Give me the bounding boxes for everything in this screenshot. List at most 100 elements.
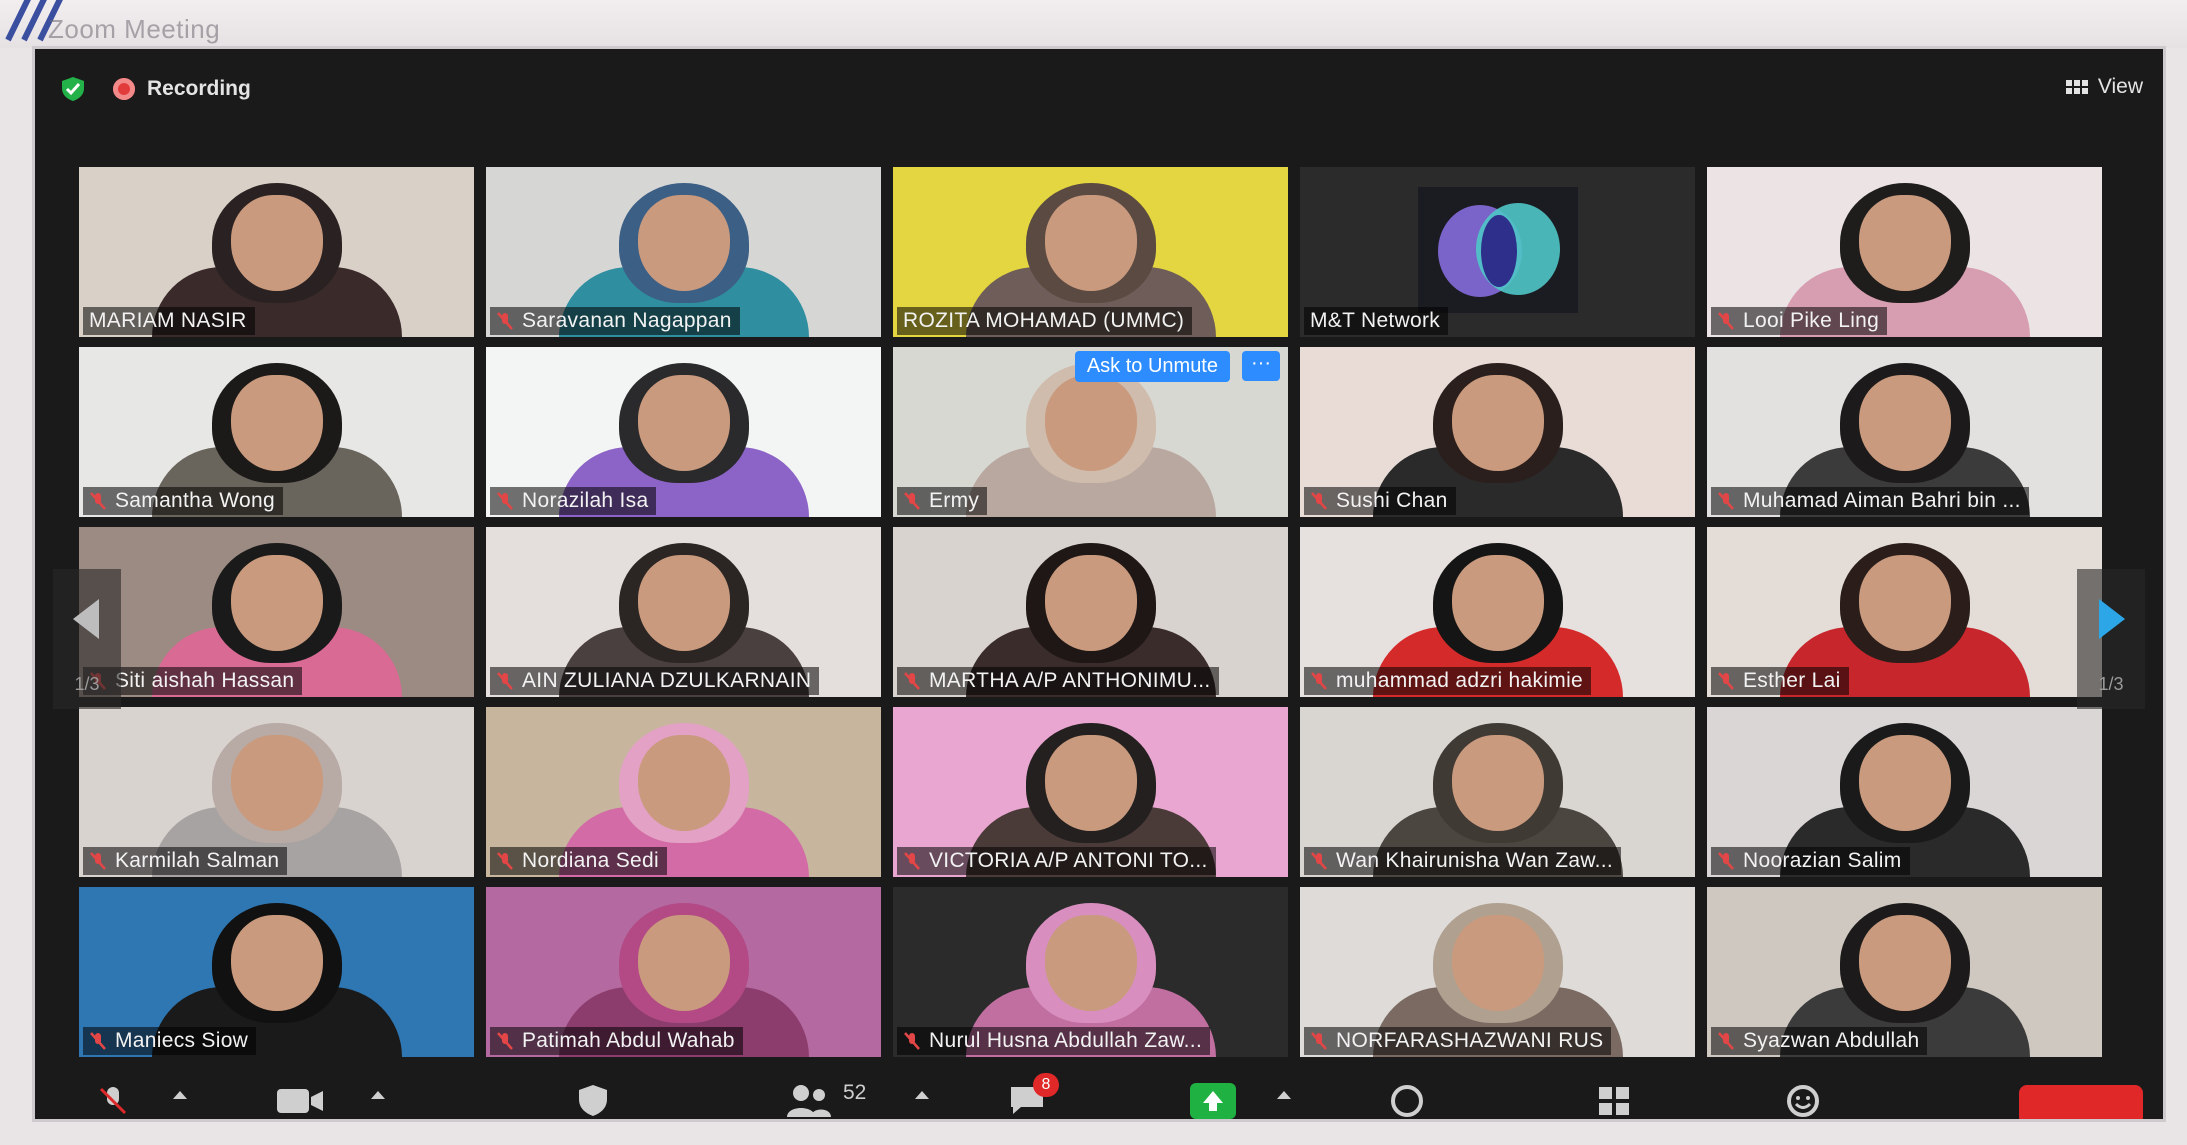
participant-name-badge: Esther Lai [1711,667,1849,695]
participant-tile[interactable]: Samantha Wong [79,347,474,517]
view-button[interactable]: View [2065,75,2143,99]
network-logo [1418,187,1578,313]
participant-tile[interactable]: Maniecs Siow [79,887,474,1057]
participant-name-badge: Saravanan Nagappan [490,307,740,335]
participant-face [1451,375,1544,471]
arrow-left-icon [73,599,99,639]
participant-name: Maniecs Siow [115,1029,249,1052]
participant-tile[interactable]: Looi Pike Ling [1707,167,2102,337]
window-title: Zoom Meeting [48,14,221,44]
participant-tile[interactable]: muhammad adzri hakimie [1300,527,1695,697]
participant-tile[interactable]: MARIAM NASIR [79,167,474,337]
participant-name-badge: Muhamad Aiman Bahri bin ... [1711,487,2029,515]
grid-view-icon [2065,80,2088,94]
participant-name: Nordiana Sedi [522,849,659,872]
participant-name: Esther Lai [1743,669,1841,692]
participant-face [637,375,730,471]
participant-name: AIN ZULIANA DZULKARNAIN [522,669,812,692]
ask-to-unmute-button[interactable]: Ask to Unmute [1074,351,1230,382]
next-page-button[interactable]: 1/3 [2077,569,2145,709]
participant-name-badge: Patimah Abdul Wahab [490,1027,743,1055]
previous-page-button[interactable]: 1/3 [53,569,121,709]
end-meeting-button[interactable] [2019,1085,2143,1119]
muted-mic-icon [1311,492,1327,510]
participant-name: NORFARASHAZWANI RUS [1336,1029,1604,1052]
security-shield-icon[interactable] [575,1083,611,1119]
reactions-icon[interactable] [1785,1083,1825,1119]
participant-tile[interactable]: NORFARASHAZWANI RUS [1300,887,1695,1057]
participants-options-caret[interactable] [915,1091,929,1099]
participant-name: ROZITA MOHAMAD (UMMC) [903,309,1185,332]
audio-options-caret[interactable] [173,1091,187,1099]
participant-tile[interactable]: M&T Network [1300,167,1695,337]
participant-tile[interactable]: Muhamad Aiman Bahri bin ... [1707,347,2102,517]
participant-tile[interactable]: MARTHA A/P ANTHONIMU... [893,527,1288,697]
participant-tile[interactable]: Esther Lai [1707,527,2102,697]
participant-face [230,195,323,291]
muted-mic-icon [1718,1032,1734,1050]
participant-name-badge: Nordiana Sedi [490,847,667,875]
participant-tile[interactable]: Noorazian Salim [1707,707,2102,877]
participant-face [230,735,323,831]
muted-mic-icon [497,852,513,870]
muted-mic-icon [1718,852,1734,870]
participant-tile[interactable]: Saravanan Nagappan [486,167,881,337]
view-label: View [2097,75,2143,98]
participant-name-badge: AIN ZULIANA DZULKARNAIN [490,667,820,695]
participant-name: muhammad adzri hakimie [1336,669,1584,692]
participant-face [1451,735,1544,831]
participant-face [637,915,730,1011]
participant-tile[interactable]: Ask to Unmute ··· Ermy [893,347,1288,517]
network-logo-icon [1438,203,1560,297]
participant-name: Syazwan Abdullah [1743,1029,1920,1052]
apps-icon[interactable] [1595,1083,1635,1119]
share-options-caret[interactable] [1277,1091,1291,1099]
participant-tile[interactable]: Nordiana Sedi [486,707,881,877]
recording-indicator[interactable]: Recording [113,77,251,101]
zoom-window: Recording View MARIAM NASIR Saravanan Nag… [32,46,2166,1122]
participant-tile[interactable]: Siti aishah Hassan [79,527,474,697]
recording-label: Recording [147,77,251,100]
participant-tile[interactable]: VICTORIA A/P ANTONI TO... [893,707,1288,877]
participant-tile[interactable]: Syazwan Abdullah [1707,887,2102,1057]
participant-tile[interactable]: ROZITA MOHAMAD (UMMC) [893,167,1288,337]
participant-tile[interactable]: Patimah Abdul Wahab [486,887,881,1057]
record-icon[interactable] [1387,1083,1427,1119]
share-screen-button[interactable] [1190,1083,1236,1119]
muted-mic-icon [1311,672,1327,690]
participants-icon[interactable] [785,1083,835,1119]
participant-name: M&T Network [1310,309,1441,332]
participant-tile[interactable]: AIN ZULIANA DZULKARNAIN [486,527,881,697]
participant-name-badge: Wan Khairunisha Wan Zaw... [1304,847,1622,875]
participant-tile[interactable]: Sushi Chan [1300,347,1695,517]
participant-face [1858,195,1951,291]
participant-tile[interactable]: Karmilah Salman [79,707,474,877]
participant-name: Muhamad Aiman Bahri bin ... [1743,489,2021,512]
participant-name: Looi Pike Ling [1743,309,1880,332]
participant-tile[interactable]: Norazilah Isa [486,347,881,517]
arrow-right-icon [2099,599,2125,639]
participant-face [230,555,323,651]
participant-name-badge: Noorazian Salim [1711,847,1910,875]
participant-name: Noorazian Salim [1743,849,1902,872]
muted-mic-icon [1718,312,1734,330]
participant-face [637,555,730,651]
video-icon[interactable] [275,1083,325,1117]
video-options-caret[interactable] [371,1091,385,1099]
participant-name-badge: Maniecs Siow [83,1027,257,1055]
share-screen-icon [1203,1091,1223,1111]
participant-name-badge: NORFARASHAZWANI RUS [1304,1027,1612,1055]
participant-name-badge: MARIAM NASIR [83,307,255,335]
video-grid: MARIAM NASIR Saravanan Nagappan ROZITA MOH… [79,167,2102,1057]
participant-face [1858,915,1951,1011]
participant-name-badge: VICTORIA A/P ANTONI TO... [897,847,1216,875]
participant-tile[interactable]: Nurul Husna Abdullah Zaw... [893,887,1288,1057]
more-options-button[interactable]: ··· [1242,351,1280,381]
shield-check-icon[interactable] [59,75,87,103]
muted-mic-icon [497,672,513,690]
participant-face [230,915,323,1011]
mute-mic-icon[interactable] [95,1083,131,1119]
participant-tile[interactable]: Wan Khairunisha Wan Zaw... [1300,707,1695,877]
participant-name: VICTORIA A/P ANTONI TO... [929,849,1208,872]
participant-face [1858,735,1951,831]
